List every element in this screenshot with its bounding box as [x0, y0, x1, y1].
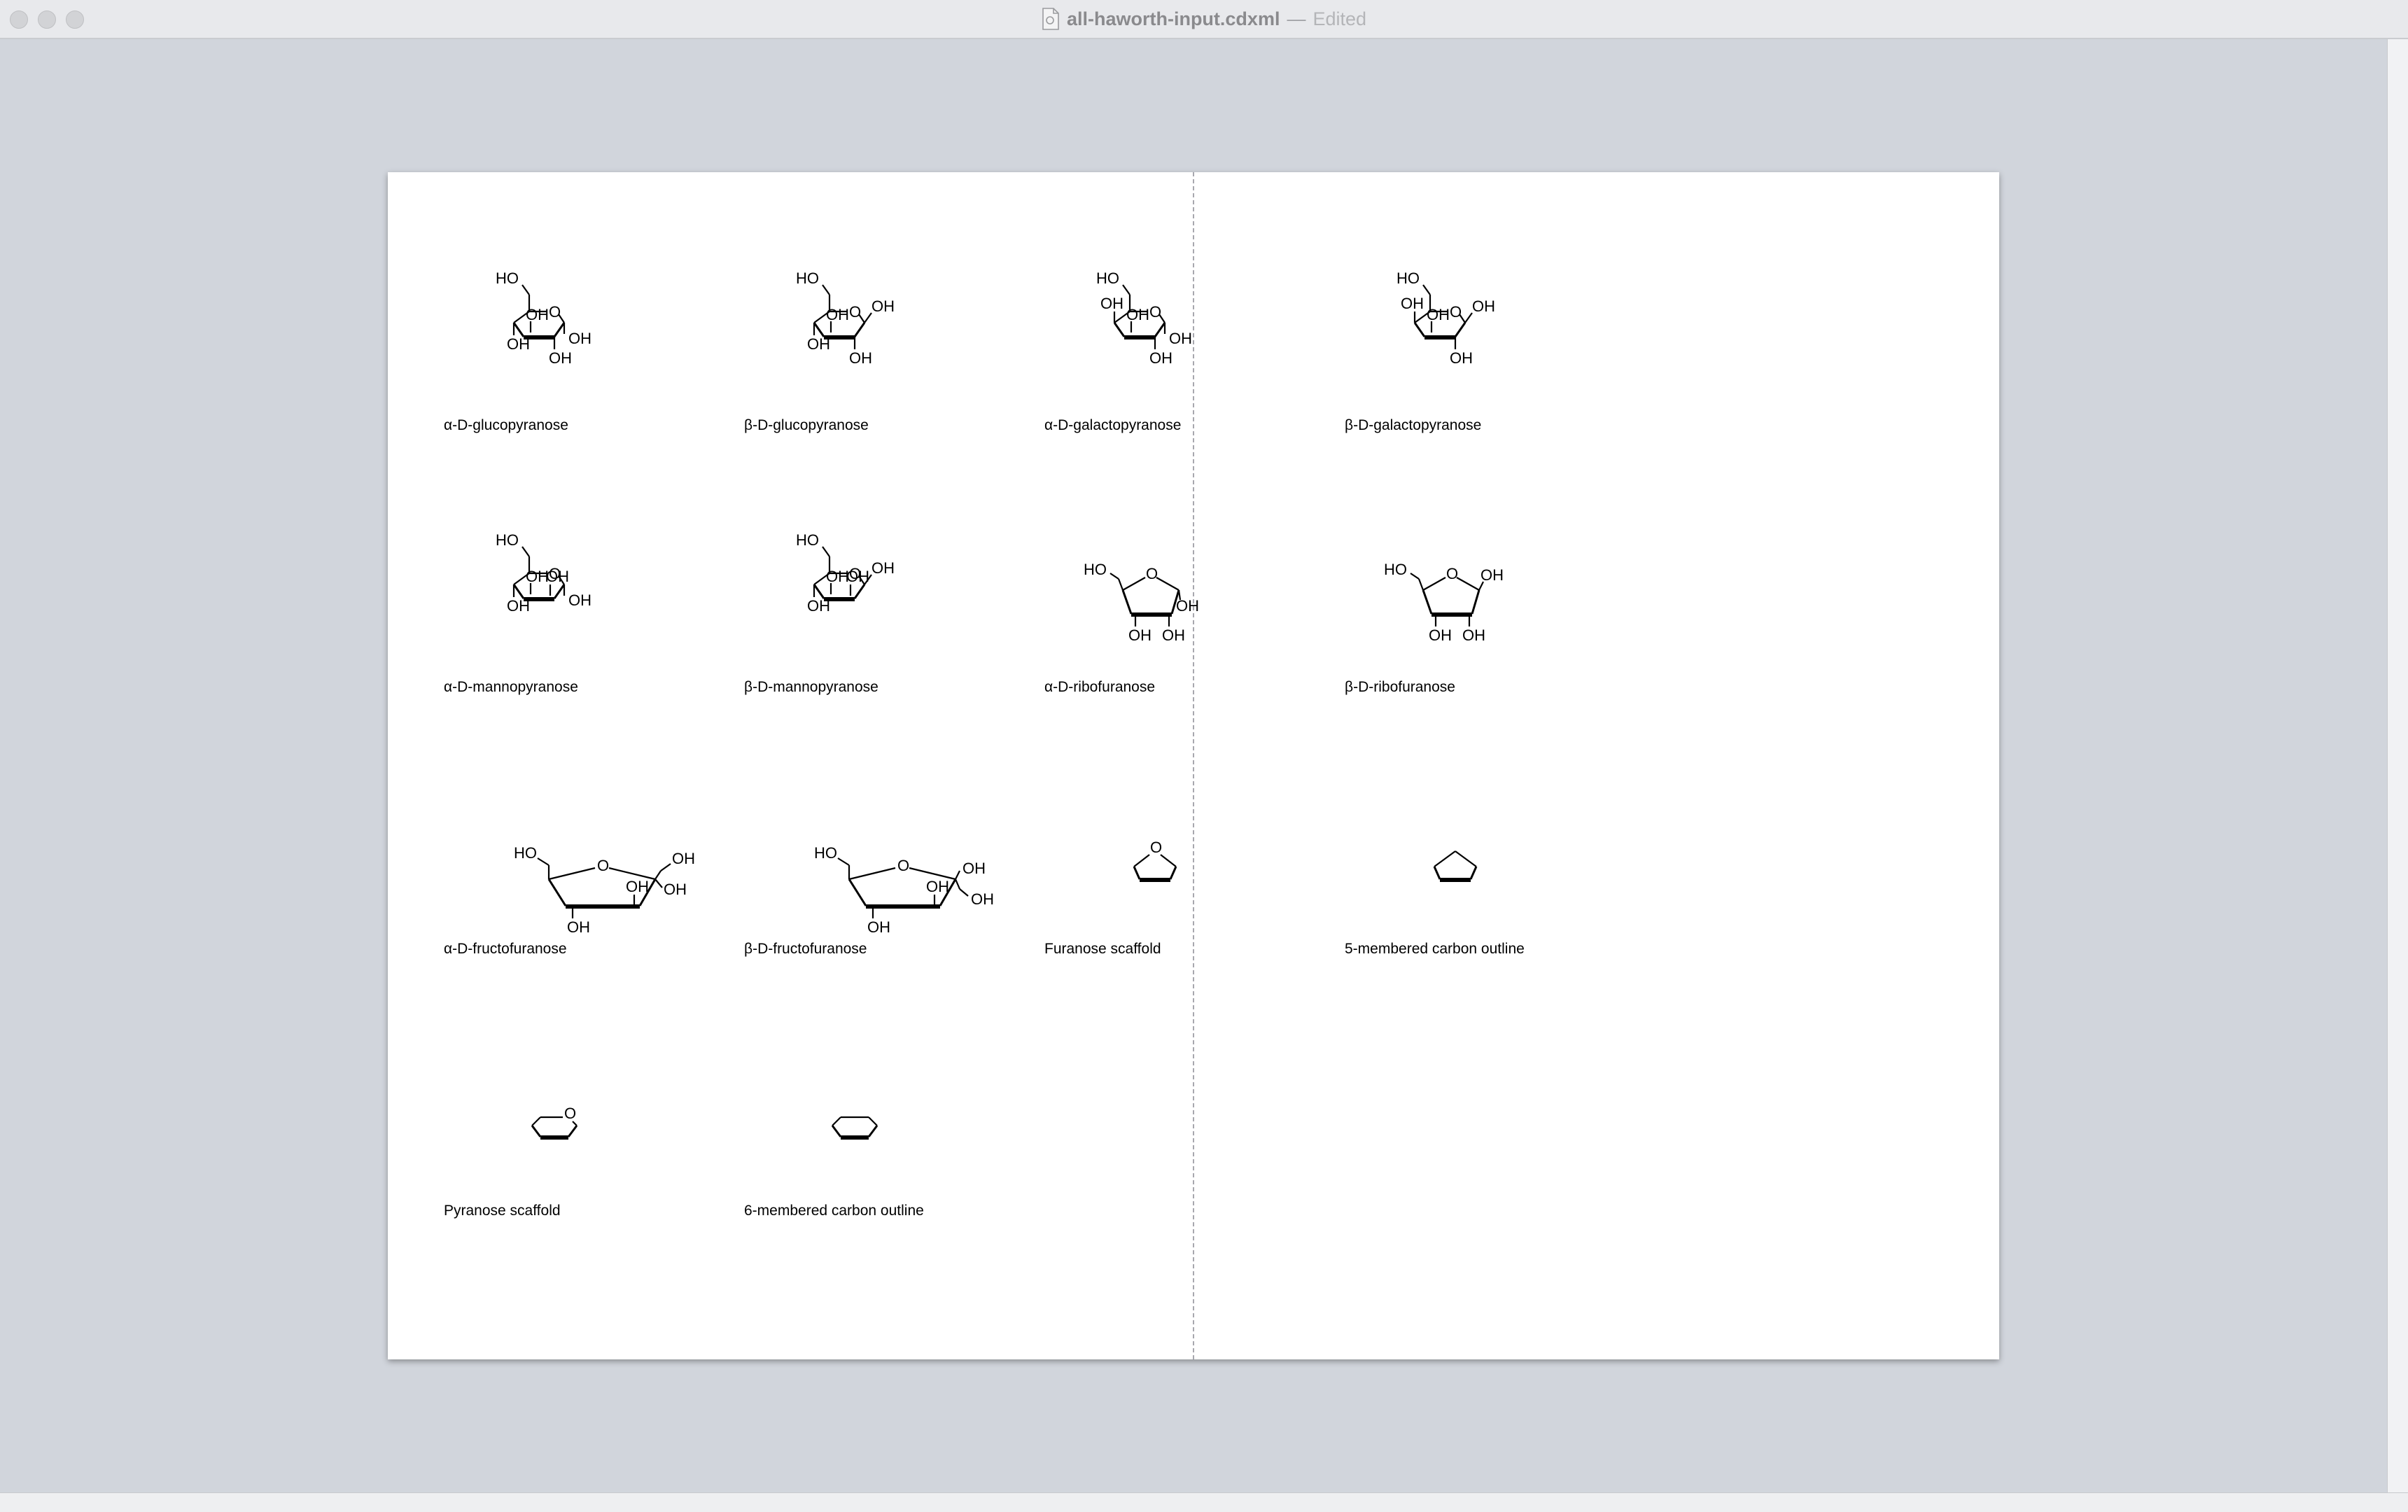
caption-a-glc[interactable]: α-D-glucopyranose	[444, 417, 568, 434]
caption-pyr[interactable]: Pyranose scaffold	[444, 1203, 561, 1219]
caption-c6[interactable]: 6-membered carbon outline	[744, 1203, 924, 1219]
atom-label: HO	[796, 531, 819, 549]
title-bar: all-haworth-input.cdxml — Edited	[0, 0, 2408, 39]
atom-label: O	[549, 303, 561, 321]
structure-pyr[interactable]: O	[531, 1105, 578, 1140]
atom-label: HO	[1096, 270, 1119, 287]
window-title: all-haworth-input.cdxml — Edited	[0, 0, 2408, 38]
atom-label: OH	[807, 335, 830, 353]
atom-label: OH	[926, 878, 949, 895]
drawing-page[interactable]: O HO OH OH OH OH O HO OH OH OH OH O HO OH OH OH OH O HO OH OH…	[388, 172, 1999, 1359]
caption-b-man[interactable]: β-D-mannopyranose	[744, 679, 878, 696]
atom-label: OH	[849, 349, 872, 367]
atom-label: HO	[496, 531, 519, 549]
atom-label: O	[1450, 303, 1462, 321]
atom-label: O	[849, 303, 861, 321]
app-window: all-haworth-input.cdxml — Edited O HO OH…	[0, 0, 2408, 1512]
atom-label: OH	[1128, 626, 1152, 644]
atom-label: HO	[496, 270, 519, 287]
atom-label: OH	[1176, 597, 1199, 615]
atom-label: O	[1446, 565, 1458, 582]
atom-label: OH	[1126, 306, 1149, 323]
structure-c6[interactable]	[831, 1116, 878, 1140]
structure-a-rib[interactable]: O HO OH OH OH	[1084, 561, 1199, 644]
atom-label: O	[597, 857, 609, 874]
title-separator: —	[1287, 8, 1306, 29]
caption-a-man[interactable]: α-D-mannopyranose	[444, 679, 578, 696]
caption-b-rib[interactable]: β-D-ribofuranose	[1345, 679, 1455, 696]
atom-label: OH	[546, 568, 569, 585]
caption-b-glc[interactable]: β-D-glucopyranose	[744, 417, 869, 434]
atom-label: OH	[1472, 298, 1495, 315]
atom-label: OH	[826, 306, 849, 323]
atom-label: O	[1146, 565, 1158, 582]
structure-c5[interactable]	[1433, 850, 1478, 882]
structure-fur[interactable]: O	[1133, 839, 1177, 882]
horizontal-scrollbar[interactable]	[0, 1492, 2408, 1512]
atom-label: O	[564, 1105, 576, 1122]
atom-label: OH	[867, 918, 890, 936]
structure-b-glc[interactable]: O HO OH OH OH OH	[796, 270, 895, 367]
atom-label: OH	[962, 860, 986, 877]
atom-label: OH	[526, 306, 549, 323]
atom-label: OH	[672, 850, 695, 867]
caption-a-rib[interactable]: α-D-ribofuranose	[1044, 679, 1155, 696]
atom-label: OH	[1450, 349, 1473, 367]
atom-label: OH	[1149, 349, 1172, 367]
atom-label: OH	[807, 597, 830, 615]
atom-label: O	[897, 857, 909, 874]
atom-label: OH	[507, 597, 530, 615]
atom-label: OH	[1169, 330, 1192, 347]
caption-b-fru[interactable]: β-D-fructofuranose	[744, 941, 867, 958]
atom-label: HO	[1384, 561, 1407, 578]
atom-label: OH	[1401, 295, 1424, 312]
atom-label: OH	[568, 330, 592, 347]
atom-label: OH	[664, 881, 687, 898]
document-icon[interactable]	[1042, 8, 1060, 30]
atom-label: OH	[1462, 626, 1485, 644]
structure-b-fru[interactable]: O HO OH OH OH OH	[814, 844, 994, 936]
atom-label: OH	[872, 559, 895, 577]
document-status: Edited	[1312, 8, 1367, 29]
caption-a-gal[interactable]: α-D-galactopyranose	[1044, 417, 1181, 434]
structures-layer: OHOOHOHOHOHOHOOHOHOHOH OHOOHOHOHOHOHOOHOH…	[496, 270, 1504, 1140]
atom-label: OH	[1480, 566, 1504, 584]
atom-label: OH	[567, 918, 590, 936]
atom-label: HO	[796, 270, 819, 287]
atom-label: OH	[971, 890, 994, 908]
structure-b-man[interactable]: OHOOHOHOH OH	[796, 531, 895, 615]
atom-label: OH	[626, 878, 649, 895]
structure-b-gal[interactable]: OHOOHOHOHOH	[1396, 270, 1495, 367]
vertical-scrollbar[interactable]	[2387, 39, 2408, 1492]
atom-label: OH	[1429, 626, 1452, 644]
atom-label: OH	[1100, 295, 1124, 312]
structure-a-fru[interactable]: O HO OH OH OH OH	[514, 844, 695, 936]
structure-b-rib[interactable]: O HO OH OH OH	[1384, 561, 1504, 644]
structure-a-glc[interactable]: O HO OH OH OH OH	[496, 270, 592, 367]
atom-label: OH	[568, 592, 592, 609]
caption-a-fru[interactable]: α-D-fructofuranose	[444, 941, 567, 958]
atom-label: OH	[549, 349, 572, 367]
atom-label: O	[1149, 303, 1161, 321]
atom-label: O	[1150, 839, 1162, 856]
document-filename: all-haworth-input.cdxml	[1066, 8, 1280, 29]
caption-c5[interactable]: 5-membered carbon outline	[1345, 941, 1525, 958]
atom-label: HO	[1084, 561, 1107, 578]
atom-label: HO	[814, 844, 837, 862]
caption-fur[interactable]: Furanose scaffold	[1044, 941, 1161, 958]
atom-label: OH	[1427, 306, 1450, 323]
atom-label: OH	[1162, 626, 1185, 644]
structure-a-man[interactable]: OHOOHOHOHOH	[496, 531, 592, 615]
atom-label: OH	[507, 335, 530, 353]
structure-a-gal[interactable]: OHOOHOHOHOH	[1096, 270, 1192, 367]
atom-label: OH	[872, 298, 895, 315]
atom-label: HO	[514, 844, 537, 862]
caption-b-gal[interactable]: β-D-galactopyranose	[1345, 417, 1481, 434]
atom-label: HO	[1396, 270, 1420, 287]
